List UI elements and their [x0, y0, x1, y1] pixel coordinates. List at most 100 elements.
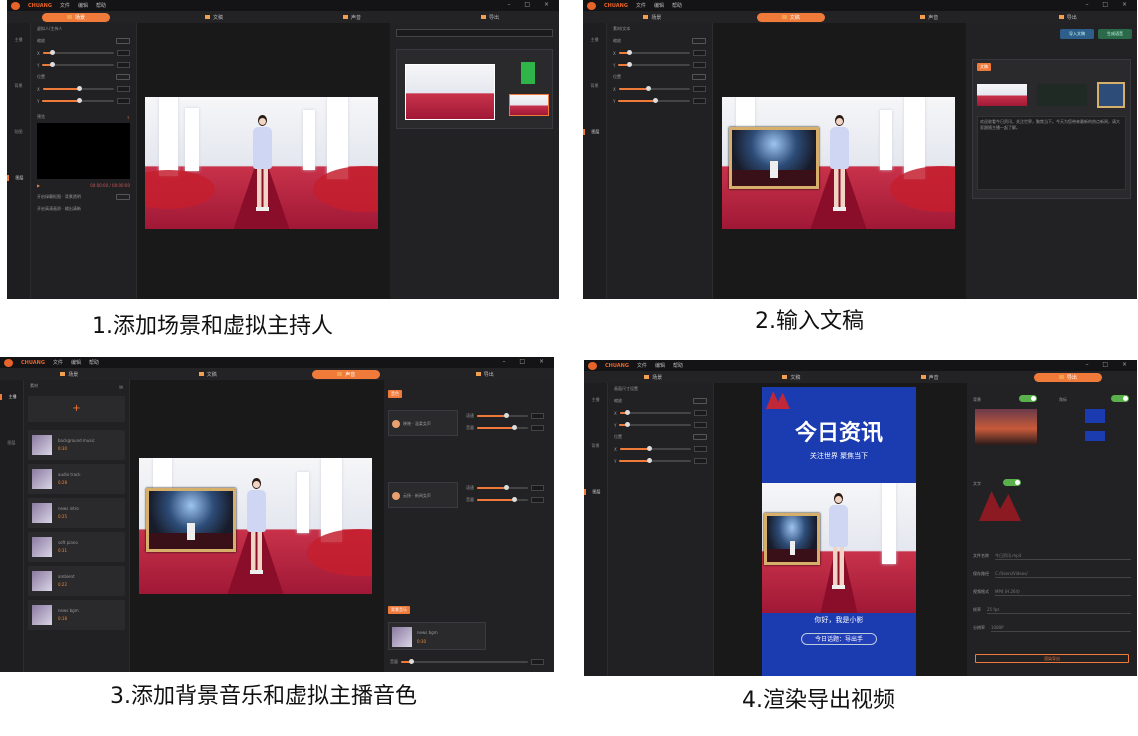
bgm-volume-input[interactable] — [531, 659, 544, 665]
upload-icon[interactable]: ⇪ — [127, 115, 130, 120]
pos-y-slider[interactable] — [42, 98, 114, 103]
volume-slider[interactable] — [477, 425, 528, 430]
tab-export[interactable]: 导出 — [456, 13, 524, 22]
x-input[interactable] — [117, 50, 130, 56]
menu-edit[interactable]: 编辑 — [78, 2, 88, 9]
tab-scene[interactable]: 场景 — [42, 12, 110, 22]
resolution-select[interactable]: 1080P — [991, 624, 1131, 632]
y-slider[interactable] — [618, 62, 690, 67]
logo-thumb[interactable] — [1085, 409, 1105, 423]
tab-sound[interactable]: 声音 — [895, 13, 963, 22]
menu-edit[interactable]: 编辑 — [654, 2, 664, 9]
volume-slider[interactable] — [477, 497, 528, 502]
bg-toggle[interactable] — [1019, 395, 1037, 402]
tab-scene[interactable]: 场景 — [619, 373, 687, 382]
menu-file[interactable]: 文件 — [636, 2, 646, 9]
scene-card[interactable] — [396, 49, 553, 129]
scene-thumb[interactable] — [509, 94, 549, 116]
sidebar-item-layer[interactable]: 图层 — [7, 175, 30, 181]
play-icon[interactable]: ▶ — [37, 183, 40, 188]
pos-x-slider[interactable] — [42, 86, 114, 91]
x-input[interactable] — [694, 410, 707, 416]
reset-button[interactable] — [693, 434, 707, 440]
y-input[interactable] — [694, 422, 707, 428]
menu-help[interactable]: 帮助 — [96, 2, 106, 9]
menu-file[interactable]: 文件 — [53, 359, 63, 366]
search-input[interactable] — [396, 29, 553, 37]
list-item[interactable]: news bgm 0:18 — [28, 600, 125, 630]
x-slider[interactable] — [42, 50, 114, 55]
tab-script[interactable]: 文稿 — [174, 370, 242, 379]
voice-card-2[interactable]: 云扬 · 新闻女声 — [388, 482, 458, 508]
scene-thumb-selected[interactable] — [405, 64, 495, 120]
speed-input[interactable] — [531, 413, 544, 419]
import-script-button[interactable]: 导入文稿 — [1060, 29, 1094, 39]
window-controls[interactable]: – □ × — [502, 358, 550, 365]
sidebar-item-anchor[interactable]: 主播 — [7, 37, 30, 43]
bgm-card[interactable]: news bgm 0:30 — [388, 622, 486, 650]
pos-y-slider[interactable] — [619, 458, 691, 463]
window-controls[interactable]: – □ × — [1085, 1, 1133, 8]
window-controls[interactable]: – □ × — [1085, 361, 1133, 368]
sidebar-item-background[interactable]: 背景 — [7, 83, 30, 89]
picture-frame[interactable] — [764, 513, 820, 565]
bg-thumb[interactable] — [975, 409, 1037, 445]
scene-thumb[interactable] — [977, 84, 1027, 106]
option-greenscreen[interactable]: 开启绿幕抠图 · 背景透明 — [37, 194, 81, 200]
pos-x-input[interactable] — [693, 86, 706, 92]
list-item[interactable]: news intro 0:25 — [28, 498, 125, 528]
reset-button[interactable] — [693, 398, 707, 404]
tab-script[interactable]: 文稿 — [180, 13, 248, 22]
generate-voice-button[interactable]: 生成语音 — [1098, 29, 1132, 39]
speed-slider[interactable] — [477, 413, 528, 418]
logo-thumb[interactable] — [1085, 431, 1105, 441]
sidebar-item-layer[interactable]: 图层 — [0, 440, 23, 446]
voice-card-1[interactable]: 晓晓 · 温柔女声 — [388, 410, 458, 436]
tab-sound[interactable]: 声音 — [312, 369, 381, 379]
sidebar-item-sticker[interactable]: 贴图 — [7, 129, 30, 135]
placeholder-thumb[interactable] — [1037, 84, 1087, 106]
tab-export[interactable]: 导出 — [451, 370, 519, 379]
pos-x-slider[interactable] — [618, 86, 690, 91]
reset-button[interactable] — [692, 74, 706, 80]
menu-help[interactable]: 帮助 — [672, 2, 682, 9]
sidebar-item-background[interactable]: 背景 — [584, 443, 607, 449]
tab-scene[interactable]: 场景 — [618, 13, 686, 22]
menu-edit[interactable]: 编辑 — [655, 362, 665, 369]
x-slider[interactable] — [619, 410, 691, 415]
format-select[interactable]: MP4 (H.264) — [995, 588, 1131, 596]
sidebar-item-anchor[interactable]: 主播 — [0, 394, 23, 400]
tab-sound[interactable]: 声音 — [896, 373, 964, 382]
y-slider[interactable] — [619, 422, 691, 427]
script-tab-text[interactable]: 文稿 — [977, 63, 991, 71]
path-input[interactable]: C:/Users/Videos/ — [995, 570, 1131, 578]
frame-thumb[interactable] — [1097, 82, 1125, 108]
virtual-anchor[interactable] — [827, 115, 851, 225]
pos-y-input[interactable] — [693, 98, 706, 104]
list-item[interactable]: audio track 0:28 — [28, 464, 125, 494]
fps-select[interactable]: 25 fps — [987, 606, 1131, 614]
bgm-volume-slider[interactable] — [401, 659, 528, 664]
y-input[interactable] — [117, 62, 130, 68]
menu-file[interactable]: 文件 — [60, 2, 70, 9]
option-hd[interactable]: 开启高清画质 · 输出清晰 — [37, 206, 81, 212]
logo-toggle[interactable] — [1111, 395, 1129, 402]
sidebar-item-anchor[interactable]: 主播 — [584, 397, 607, 403]
export-button[interactable]: 渲染导出 — [975, 654, 1129, 663]
y-input[interactable] — [693, 62, 706, 68]
speed-slider[interactable] — [477, 485, 528, 490]
tab-script[interactable]: 文稿 — [757, 373, 825, 382]
text-toggle[interactable] — [1003, 479, 1021, 486]
script-textarea[interactable]: 欢迎收看今日资讯，关注世界，聚焦当下。今天为您带来最新的热点新闻，请大家跟随主播… — [977, 116, 1126, 190]
add-music-button[interactable]: + — [28, 396, 125, 422]
x-input[interactable] — [693, 50, 706, 56]
list-item[interactable]: background music 0:30 — [28, 430, 125, 460]
sidebar-item-layer[interactable]: 图层 — [584, 489, 607, 495]
virtual-anchor[interactable] — [826, 493, 850, 603]
pos-y-input[interactable] — [117, 98, 130, 104]
picture-frame[interactable] — [146, 488, 236, 552]
tab-sound[interactable]: 声音 — [318, 13, 386, 22]
speed-input[interactable] — [531, 485, 544, 491]
menu-help[interactable]: 帮助 — [673, 362, 683, 369]
pos-x-input[interactable] — [117, 86, 130, 92]
